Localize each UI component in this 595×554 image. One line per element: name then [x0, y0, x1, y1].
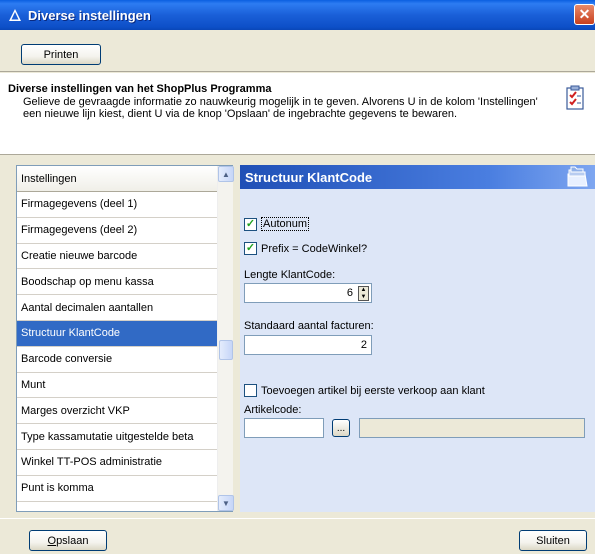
- length-label: Lengte KlantCode:: [244, 269, 336, 281]
- save-button[interactable]: Opslaan: [29, 530, 107, 551]
- scroll-up-button[interactable]: ▲: [218, 166, 234, 182]
- prefix-checkbox[interactable]: ✓ Prefix = CodeWinkel?: [244, 242, 367, 255]
- section-title: Structuur KlantCode: [240, 165, 595, 189]
- article-description-field: [359, 418, 585, 438]
- close-window-button[interactable]: ✕: [574, 4, 595, 25]
- spin-down-icon[interactable]: ▼: [359, 294, 368, 301]
- settings-list-item[interactable]: Aantal decimalen aantallen: [17, 295, 217, 321]
- settings-list-item[interactable]: Munt: [17, 373, 217, 399]
- settings-list-items: Firmagegevens (deel 1) Firmagegevens (dee…: [17, 192, 217, 502]
- settings-list-item[interactable]: Punt is komma: [17, 476, 217, 502]
- autonum-checkbox[interactable]: ✓ Autonum: [244, 217, 310, 231]
- info-header: Diverse instellingen van het ShopPlus Pr…: [0, 73, 595, 155]
- detail-panel: Structuur KlantCode ✓ Autonum ✓ Prefix =…: [240, 165, 595, 512]
- autonum-label: Autonum: [261, 217, 310, 231]
- title-bar: Diverse instellingen ✕: [0, 0, 595, 30]
- add-article-checkbox[interactable]: Toevoegen artikel bij eerste verkoop aan…: [244, 384, 485, 397]
- settings-list-item[interactable]: Firmagegevens (deel 1): [17, 192, 217, 218]
- settings-list-item[interactable]: Structuur KlantCode: [17, 320, 217, 347]
- length-spinner[interactable]: ▲ ▼: [358, 286, 369, 301]
- checklist-icon: [565, 85, 587, 111]
- settings-list-item[interactable]: Winkel TT-POS administratie: [17, 450, 217, 476]
- autonum-check-icon: ✓: [244, 217, 257, 231]
- article-code-input[interactable]: [244, 418, 324, 438]
- length-value: 6: [346, 287, 353, 299]
- invoices-value: 2: [360, 339, 367, 351]
- scroll-thumb[interactable]: [219, 340, 233, 360]
- browse-article-button[interactable]: ...: [332, 419, 350, 437]
- main-panel: Instellingen Firmagegevens (deel 1) Firma…: [0, 156, 595, 518]
- settings-list-item[interactable]: Type kassamutatie uitgestelde beta: [17, 424, 217, 450]
- toolbar: Printen: [0, 30, 595, 72]
- folder-stack-icon: [565, 166, 588, 188]
- header-title: Diverse instellingen van het ShopPlus Pr…: [8, 83, 272, 95]
- article-code-label: Artikelcode:: [244, 404, 302, 416]
- length-input[interactable]: 6: [244, 283, 372, 303]
- invoices-input[interactable]: 2: [244, 335, 372, 355]
- vertical-scrollbar[interactable]: ▲ ▼: [217, 166, 234, 511]
- invoices-label: Standaard aantal facturen:: [244, 320, 374, 332]
- close-icon: ✕: [578, 6, 591, 22]
- header-description: Gelieve de gevraagde informatie zo nauwk…: [23, 96, 538, 120]
- save-mnemonic: O: [47, 534, 57, 547]
- settings-list-item[interactable]: Firmagegevens (deel 2): [17, 218, 217, 244]
- close-button[interactable]: Sluiten: [519, 530, 587, 551]
- prefix-label: Prefix = CodeWinkel?: [261, 242, 368, 255]
- add-article-label: Toevoegen artikel bij eerste verkoop aan…: [261, 384, 485, 397]
- settings-list-item[interactable]: Barcode conversie: [17, 347, 217, 373]
- footer: Opslaan Sluiten: [0, 518, 595, 554]
- window-title: Diverse instellingen: [28, 7, 151, 23]
- print-button[interactable]: Printen: [21, 44, 101, 65]
- add-article-box: [244, 384, 257, 397]
- settings-list: Instellingen Firmagegevens (deel 1) Firma…: [16, 165, 234, 512]
- save-label-rest: pslaan: [56, 534, 89, 547]
- settings-list-item[interactable]: Marges overzicht VKP: [17, 398, 217, 425]
- settings-list-item[interactable]: Boodschap op menu kassa: [17, 269, 217, 296]
- app-icon: [8, 8, 22, 22]
- scroll-down-button[interactable]: ▼: [218, 495, 234, 511]
- prefix-check-icon: ✓: [244, 242, 257, 255]
- settings-list-header[interactable]: Instellingen: [17, 166, 217, 192]
- settings-list-item[interactable]: Creatie nieuwe barcode: [17, 244, 217, 270]
